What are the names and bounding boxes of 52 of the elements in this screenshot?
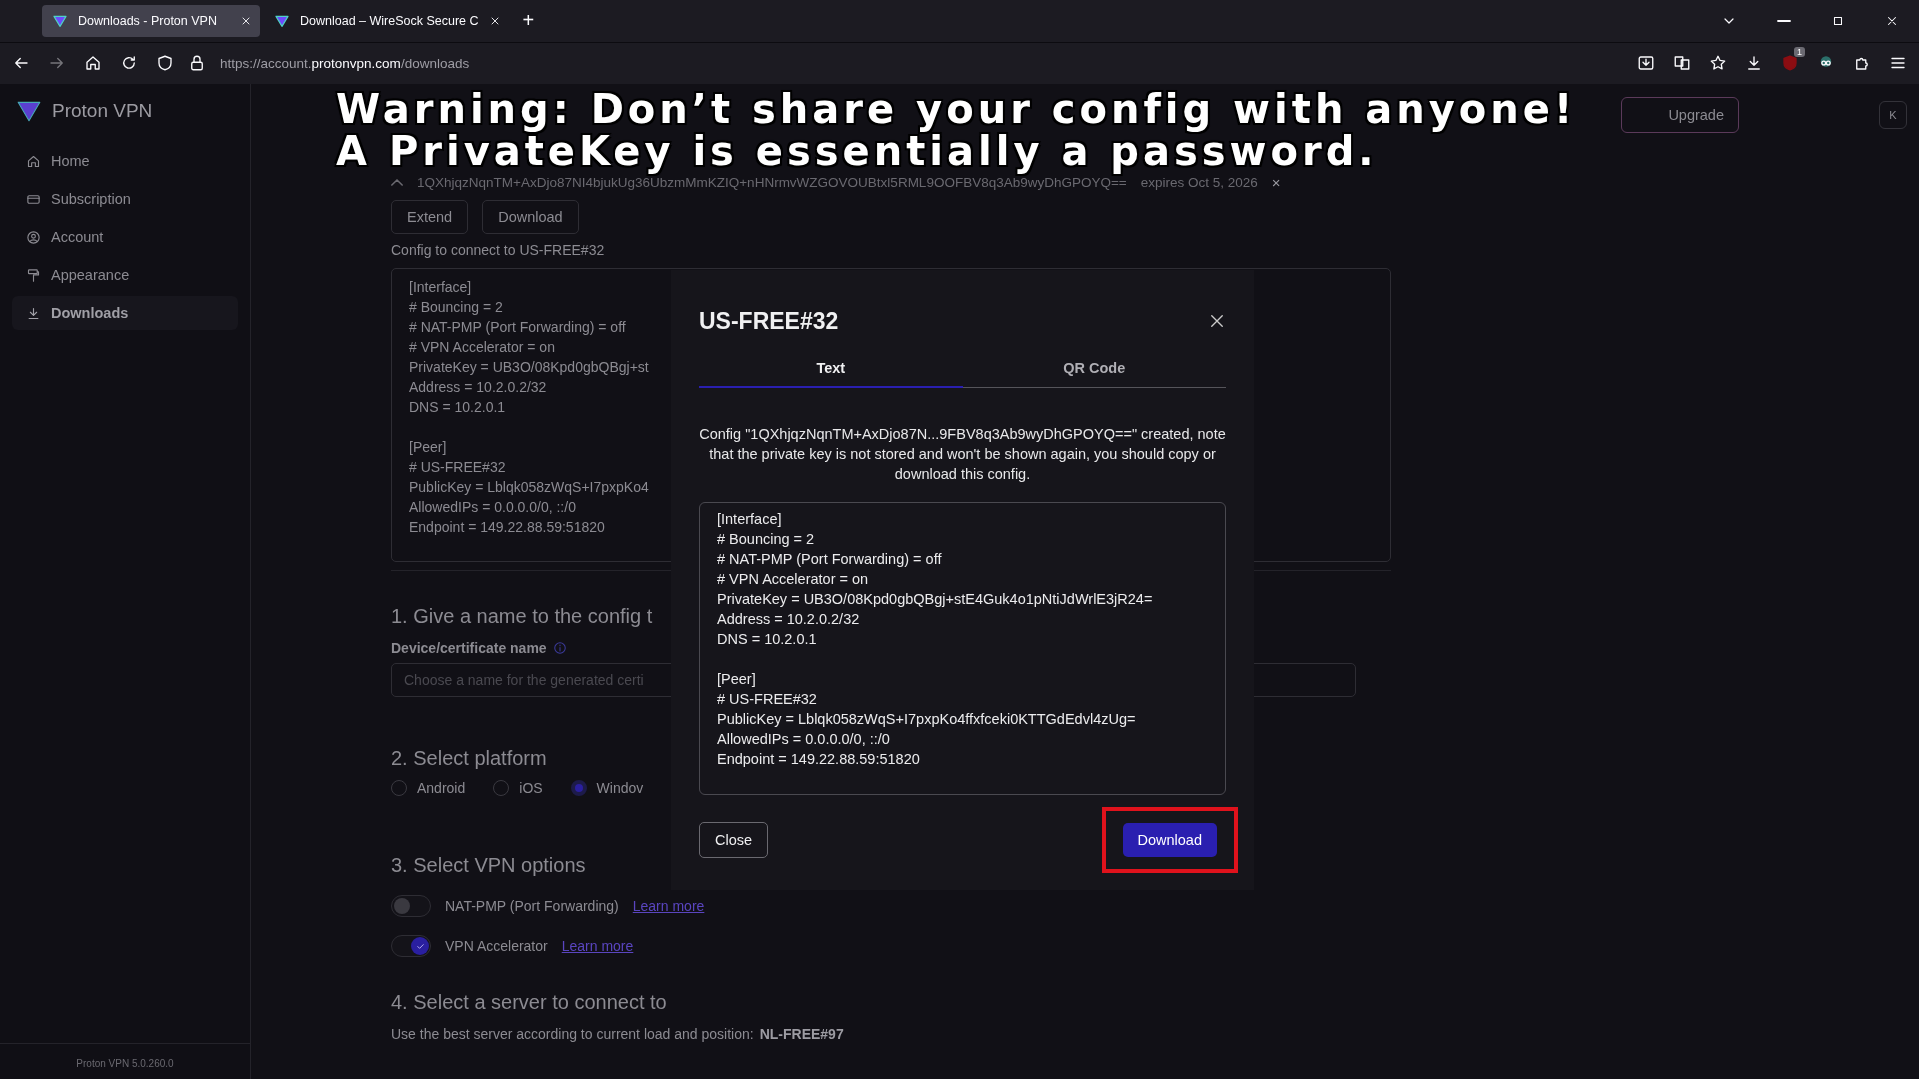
config-line: PublicKey = Lblqk058zWqS+I7pxpKo4ffxfceki0KTTGdEdvl4zUg=: [717, 710, 1136, 729]
sidebar-label: Home: [51, 153, 90, 169]
config-line: AllowedIPs = 0.0.0.0/0, ::/0: [717, 730, 890, 749]
step-heading: 4. Select a server to connect to: [391, 991, 667, 1014]
sidebar-label: Subscription: [51, 191, 131, 207]
option-label: NAT-PMP (Port Forwarding): [445, 898, 619, 914]
tab-title: Downloads - Proton VPN: [78, 13, 218, 28]
sidebar-label: Appearance: [51, 267, 130, 283]
option-label: VPN Accelerator: [445, 938, 548, 954]
config-caption: Config to connect to US-FREE#32: [391, 242, 605, 258]
config-line: # US-FREE#32: [717, 690, 817, 709]
config-key: 1QXhjqzNqnTM+AxDjo87NI4bjukUg36UbzmMmKZIQ+nHNrmvWZGOVOUBtxl5RML9OOFBV8q3Ab9wyDhGPOYQ==: [417, 174, 1127, 190]
server-name: NL-FREE#97: [759, 1026, 844, 1042]
config-line: Endpoint = 149.22.88.59:51820: [717, 750, 920, 769]
config-line: [Peer]: [409, 438, 447, 457]
caption-text: Warning: Don’t share your config with anyone!: [336, 88, 1577, 130]
config-line: [Interface]: [717, 510, 782, 529]
extension-badge: 1: [1794, 47, 1805, 58]
dialog-message: Config "1QXhjqzNqnTM+AxDjo87N...9FBV8q3Ab9wyDhGPOYQ==" created, note that the private key is not stored and won't be shown again, you should copy or download this config.: [699, 425, 1226, 484]
sidebar-label: Account: [51, 229, 104, 245]
radio-label: Android: [417, 780, 466, 796]
config-line: # VPN Accelerator = on: [409, 338, 555, 357]
tab-title: Download – WireSock Secure C: [300, 13, 479, 28]
config-line: # NAT-PMP (Port Forwarding) = off: [717, 550, 942, 569]
config-line: # Bouncing = 2: [409, 298, 503, 317]
config-line: PrivateKey = UB3O/08Kpd0gbQBgj+st: [409, 358, 649, 377]
step-heading: 1. Give a name to the config t: [391, 605, 653, 628]
dialog-title: US-FREE#32: [699, 307, 839, 335]
sidebar-label: Downloads: [51, 305, 129, 321]
expiry-text: expires Oct 5, 2026: [1140, 174, 1258, 190]
config-line: DNS = 10.2.0.1: [409, 398, 506, 417]
config-line: Endpoint = 149.22.88.59:51820: [409, 518, 605, 537]
config-line: PrivateKey = UB3O/08Kpd0gbQBgj+stE4Guk4o1pNtiJdWrlE3jR24=: [717, 590, 1153, 609]
config-line: PublicKey = Lblqk058zWqS+I7pxpKo4: [409, 478, 649, 497]
radio-label: Windov: [596, 780, 644, 796]
config-line: AllowedIPs = 0.0.0.0/0, ::/0: [409, 498, 576, 517]
config-line: DNS = 10.2.0.1: [717, 630, 817, 649]
brand-name: Proton VPN: [52, 100, 153, 122]
config-line: # US-FREE#32: [409, 458, 506, 477]
radio-label: iOS: [519, 780, 543, 796]
step-heading: 3. Select VPN options: [391, 854, 586, 877]
config-line: Address = 10.2.0.2/32: [409, 378, 547, 397]
server-hint: Use the best server according to current load and position:: [391, 1026, 754, 1042]
config-line: # Bouncing = 2: [717, 530, 815, 549]
step-heading: 2. Select platform: [391, 747, 547, 770]
config-line: # VPN Accelerator = on: [717, 570, 869, 589]
config-line: [Interface]: [409, 278, 472, 297]
version-text: Proton VPN 5.0.260.0: [0, 1043, 250, 1079]
field-label: Device/certificate name: [391, 640, 547, 656]
config-line: [Peer]: [717, 670, 756, 689]
config-line: Address = 10.2.0.2/32: [717, 610, 860, 629]
config-line: # NAT-PMP (Port Forwarding) = off: [409, 318, 626, 337]
